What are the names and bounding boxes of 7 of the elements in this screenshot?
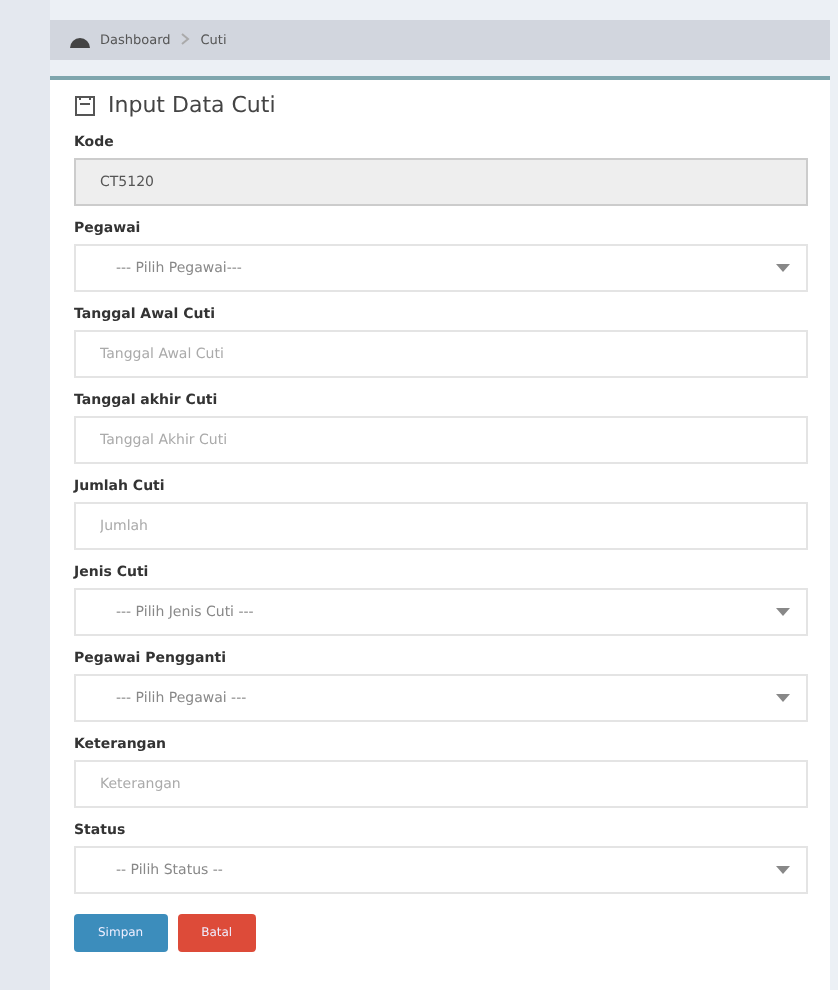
dashboard-icon [70, 32, 90, 48]
breadcrumb-separator-icon [180, 31, 191, 49]
caret-icon [776, 866, 790, 874]
caret-icon [776, 264, 790, 272]
caret-icon [776, 608, 790, 616]
form-title: Input Data Cuti [108, 92, 276, 118]
caret-icon [776, 694, 790, 702]
